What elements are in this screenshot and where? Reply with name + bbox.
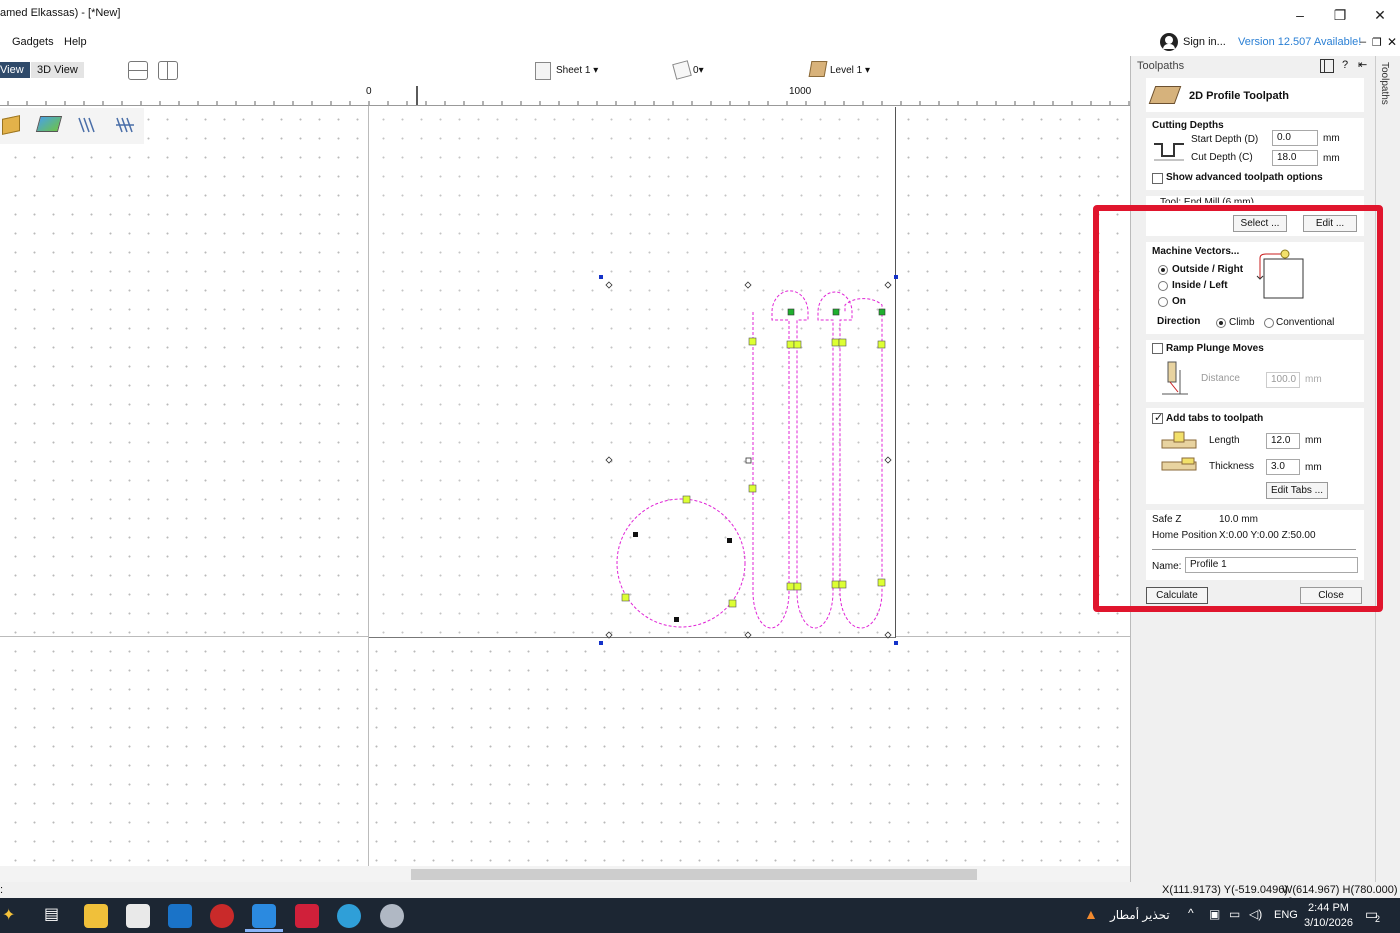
pin-icon[interactable]: ⇤	[1358, 58, 1367, 71]
cursor-coordinates: X(111.9173) Y(-519.0496)	[1162, 884, 1288, 896]
level-icon[interactable]	[808, 61, 828, 77]
minimize-button[interactable]: –	[1288, 4, 1312, 26]
store-icon[interactable]	[126, 904, 150, 928]
task-view-icon[interactable]: ▤	[44, 904, 59, 924]
panel-header-title: Toolpaths	[1137, 60, 1185, 72]
sign-in-link[interactable]: Sign in...	[1183, 36, 1226, 48]
advanced-options-checkbox[interactable]	[1152, 173, 1163, 184]
image-import-icon[interactable]	[35, 116, 63, 132]
status-left-text: :	[0, 884, 4, 896]
panel-dock-icon[interactable]	[1320, 59, 1334, 73]
menu-bar: Gadgets Help	[0, 30, 1130, 54]
sheet-selector[interactable]: Sheet 1 ▾	[556, 65, 598, 76]
tray-devices-icon[interactable]: ▣	[1209, 907, 1220, 921]
paint-app-icon[interactable]	[380, 904, 404, 928]
cut-depth-unit: mm	[1323, 153, 1340, 164]
edge-browser-icon[interactable]	[337, 904, 361, 928]
panel-minimize-icon[interactable]: –	[1360, 36, 1366, 48]
material-sheet[interactable]	[369, 107, 896, 638]
toolpath-wave-icon[interactable]	[76, 114, 98, 136]
window-title: amed Elkassas) - [*New]	[0, 7, 121, 19]
status-bar: : X(111.9173) Y(-519.0496) W(614.967) H(…	[0, 882, 1400, 908]
start-depth-input[interactable]: 0.0	[1272, 130, 1318, 146]
advanced-options-label: Show advanced toolpath options	[1166, 172, 1323, 183]
file-explorer-icon[interactable]	[84, 904, 108, 928]
start-depth-label: Start Depth (D)	[1191, 134, 1259, 145]
horizontal-scroll-thumb[interactable]	[411, 869, 977, 880]
notification-count-badge: 2	[1375, 914, 1381, 924]
highlight-annotation-box	[1093, 205, 1383, 612]
split-horizontal-icon[interactable]	[128, 61, 148, 80]
network-icon[interactable]: ▭	[1229, 907, 1240, 921]
vcarve-app-icon[interactable]	[252, 904, 276, 928]
panel-close-icon[interactable]: ✕	[1387, 35, 1397, 49]
help-icon[interactable]: ?	[1342, 59, 1348, 71]
split-vertical-icon[interactable]	[158, 61, 178, 80]
menu-gadgets[interactable]: Gadgets	[12, 36, 54, 48]
ruler-mark-1000: 1000	[789, 86, 812, 97]
restore-button[interactable]: ❐	[1328, 4, 1352, 26]
clock-time[interactable]: 2:44 PM	[1308, 902, 1349, 914]
sheet-icon[interactable]	[535, 62, 551, 80]
toolpath-cross-icon[interactable]	[114, 114, 136, 136]
level-selector[interactable]: Level 1 ▾	[830, 65, 870, 76]
depth-diagram-icon	[1154, 143, 1184, 161]
menu-help[interactable]: Help	[64, 36, 87, 48]
copilot-sparkle-icon[interactable]: ✦	[2, 905, 15, 925]
rotation-selector[interactable]: 0▾	[693, 65, 704, 76]
start-depth-unit: mm	[1323, 133, 1340, 144]
ruler-ticks	[7, 86, 1130, 105]
version-notice-link[interactable]: Version 12.507 Available!	[1238, 36, 1361, 48]
tool-name-label: Tool: End Mill (6 mm)	[1160, 197, 1254, 203]
title-bar: amed Elkassas) - [*New] – ❐ ✕	[0, 0, 1400, 30]
weather-warning-icon[interactable]: ▲	[1084, 906, 1098, 922]
panel-restore-icon[interactable]: ❐	[1372, 36, 1382, 49]
active-app-indicator	[245, 929, 283, 932]
input-language-indicator[interactable]: ENG	[1274, 909, 1298, 921]
cut-depth-input[interactable]: 18.0	[1272, 150, 1318, 166]
side-tab-toolpaths[interactable]: Toolpaths	[1379, 62, 1390, 105]
cut-depth-label: Cut Depth (C)	[1191, 152, 1253, 163]
weather-alert-text[interactable]: تحذير أمطار	[1110, 908, 1170, 922]
volume-icon[interactable]: ◁)	[1249, 907, 1262, 921]
toolpath-title: 2D Profile Toolpath	[1189, 90, 1290, 102]
user-icon[interactable]	[1160, 33, 1178, 51]
outlook-icon[interactable]	[168, 904, 192, 928]
cad-app-icon[interactable]	[210, 904, 234, 928]
cutting-depths-heading: Cutting Depths	[1152, 120, 1224, 131]
tray-overflow-icon[interactable]: ^	[1188, 906, 1194, 920]
tab-3d-view[interactable]: 3D View	[31, 62, 84, 78]
ruler-mark-0: 0	[366, 86, 372, 97]
tab-2d-view[interactable]: View	[0, 62, 30, 78]
close-window-button[interactable]: ✕	[1368, 4, 1392, 26]
access-app-icon[interactable]	[295, 904, 319, 928]
clock-date[interactable]: 3/10/2026	[1304, 917, 1353, 929]
